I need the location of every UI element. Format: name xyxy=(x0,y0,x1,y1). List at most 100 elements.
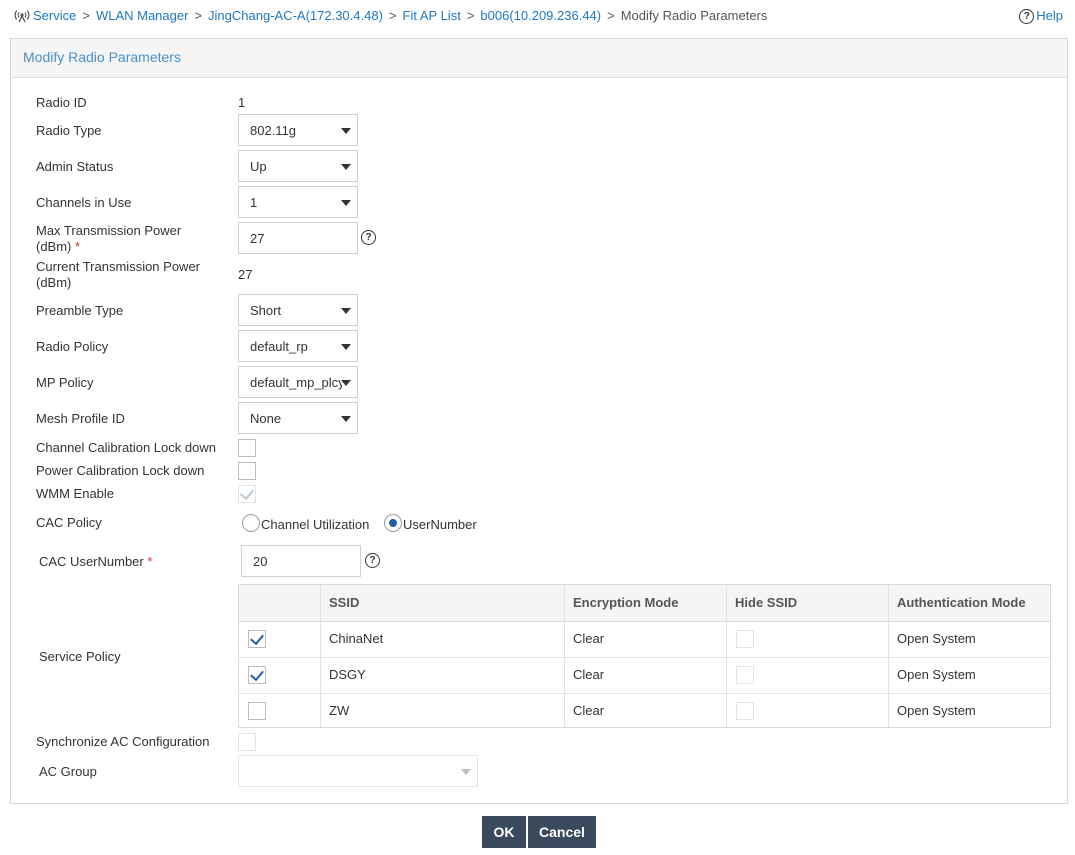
cac-usernumber-radio[interactable] xyxy=(384,514,402,532)
column-divider xyxy=(888,585,889,727)
power-calibration-checkbox[interactable] xyxy=(238,462,256,480)
ac-group-label: AC Group xyxy=(39,764,97,779)
dropdown-arrow-icon xyxy=(341,128,351,134)
cancel-button[interactable]: Cancel xyxy=(528,816,596,848)
ssid-cell: DSGY xyxy=(329,667,366,682)
required-mark: * xyxy=(75,239,81,254)
breadcrumb-ac[interactable]: JingChang-AC-A(172.30.4.48) xyxy=(208,7,383,25)
admin-status-label: Admin Status xyxy=(36,159,114,174)
cac-usernumber-text: CAC UserNumber xyxy=(39,554,144,569)
power-calibration-label: Power Calibration Lock down xyxy=(36,463,205,478)
row-select-checkbox[interactable] xyxy=(248,666,266,684)
auth-cell: Open System xyxy=(897,631,976,646)
radio-policy-value: default_rp xyxy=(250,339,308,354)
radio-policy-label: Radio Policy xyxy=(36,339,109,354)
max-power-input[interactable]: 27 xyxy=(238,222,358,254)
current-power-label: Current Transmission Power xyxy=(36,259,200,274)
column-divider xyxy=(726,585,727,727)
ssid-cell: ZW xyxy=(329,703,350,718)
mp-policy-label: MP Policy xyxy=(36,375,94,390)
column-header-hide-ssid: Hide SSID xyxy=(735,595,798,610)
channels-value: 1 xyxy=(250,195,258,210)
column-divider xyxy=(320,585,321,727)
service-policy-label: Service Policy xyxy=(39,649,121,664)
radio-policy-select[interactable]: default_rp xyxy=(238,330,358,362)
hide-ssid-checkbox xyxy=(736,666,754,684)
help-icon[interactable]: ? xyxy=(361,230,376,245)
breadcrumb-wlan-manager[interactable]: WLAN Manager xyxy=(96,7,188,25)
max-power-label: Max Transmission Power xyxy=(36,223,182,238)
radio-id-value: 1 xyxy=(238,95,246,110)
encryption-cell: Clear xyxy=(573,631,605,646)
breadcrumb-current: Modify Radio Parameters xyxy=(620,8,768,23)
breadcrumb-fit-ap-list[interactable]: Fit AP List xyxy=(403,7,461,25)
mesh-profile-select[interactable]: None xyxy=(238,402,358,434)
cac-usernumber-input[interactable]: 20 xyxy=(241,545,361,577)
panel-title: Modify Radio Parameters xyxy=(23,49,181,65)
channel-calibration-checkbox[interactable] xyxy=(238,439,256,457)
admin-status-value: Up xyxy=(250,159,267,174)
breadcrumb-service[interactable]: Service xyxy=(33,7,76,25)
mesh-profile-value: None xyxy=(250,411,282,426)
cac-usernumber-label: CAC UserNumber * xyxy=(39,554,152,569)
breadcrumb-separator: > xyxy=(194,8,203,23)
sync-ac-checkbox xyxy=(238,733,256,751)
ssid-cell: ChinaNet xyxy=(329,631,384,646)
admin-status-select[interactable]: Up xyxy=(238,150,358,182)
wireless-icon xyxy=(14,10,30,23)
encryption-cell: Clear xyxy=(573,667,605,682)
preamble-label: Preamble Type xyxy=(36,303,124,318)
breadcrumb-separator: > xyxy=(388,8,397,23)
radio-id-label: Radio ID xyxy=(36,95,87,110)
mp-policy-select[interactable]: default_mp_plcy xyxy=(238,366,358,398)
column-header-encryption: Encryption Mode xyxy=(573,595,679,610)
checkmark-icon xyxy=(250,630,264,646)
max-power-unit: (dBm) xyxy=(36,239,72,254)
current-power-unit: (dBm) xyxy=(36,275,72,290)
breadcrumb: Service > WLAN Manager > JingChang-AC-A(… xyxy=(14,7,767,25)
column-header-ssid: SSID xyxy=(329,595,360,610)
ac-group-select xyxy=(238,755,478,787)
radio-dot-icon xyxy=(389,519,397,527)
cac-channel-utilization-label[interactable]: Channel Utilization xyxy=(261,517,369,532)
column-header-auth: Authentication Mode xyxy=(897,595,1026,610)
required-mark: * xyxy=(147,554,153,569)
service-policy-table: SSID Encryption Mode Hide SSID Authentic… xyxy=(238,584,1051,728)
table-header: SSID Encryption Mode Hide SSID Authentic… xyxy=(239,585,1050,622)
auth-cell: Open System xyxy=(897,703,976,718)
ok-button[interactable]: OK xyxy=(482,816,526,848)
radio-type-value: 802.11g xyxy=(250,123,297,138)
cac-usernumber-option-label[interactable]: UserNumber xyxy=(403,517,477,532)
preamble-select[interactable]: Short xyxy=(238,294,358,326)
breadcrumb-ap[interactable]: b006(10.209.236.44) xyxy=(480,7,601,25)
encryption-cell: Clear xyxy=(573,703,605,718)
help-link[interactable]: ? Help xyxy=(1019,7,1063,25)
preamble-value: Short xyxy=(250,303,282,318)
radio-type-label: Radio Type xyxy=(36,123,102,138)
dropdown-arrow-icon xyxy=(461,769,471,775)
dropdown-arrow-icon xyxy=(341,164,351,170)
panel-header: Modify Radio Parameters xyxy=(11,39,1067,78)
breadcrumb-separator: > xyxy=(607,8,615,23)
channels-select[interactable]: 1 xyxy=(238,186,358,218)
wmm-enable-checkbox xyxy=(238,485,256,503)
help-icon: ? xyxy=(1019,8,1035,24)
hide-ssid-checkbox xyxy=(736,702,754,720)
max-power-unit-label: (dBm) * xyxy=(36,239,80,254)
channels-label: Channels in Use xyxy=(36,195,132,210)
row-select-checkbox[interactable] xyxy=(248,702,266,720)
sync-ac-label: Synchronize AC Configuration xyxy=(36,734,210,749)
cac-usernumber-value: 20 xyxy=(253,554,268,569)
dropdown-arrow-icon xyxy=(341,380,351,386)
radio-type-select[interactable]: 802.11g xyxy=(238,114,358,146)
max-power-value: 27 xyxy=(250,231,265,246)
cac-channel-utilization-radio[interactable] xyxy=(242,514,260,532)
help-icon[interactable]: ? xyxy=(365,553,380,568)
cac-policy-label: CAC Policy xyxy=(36,515,102,530)
channel-calibration-label: Channel Calibration Lock down xyxy=(36,440,216,455)
mp-policy-value: default_mp_plcy xyxy=(250,375,342,390)
hide-ssid-checkbox xyxy=(736,630,754,648)
table-row: DSGY Clear Open System xyxy=(239,657,1050,694)
row-select-checkbox[interactable] xyxy=(248,630,266,648)
help-label: Help xyxy=(1036,8,1063,23)
